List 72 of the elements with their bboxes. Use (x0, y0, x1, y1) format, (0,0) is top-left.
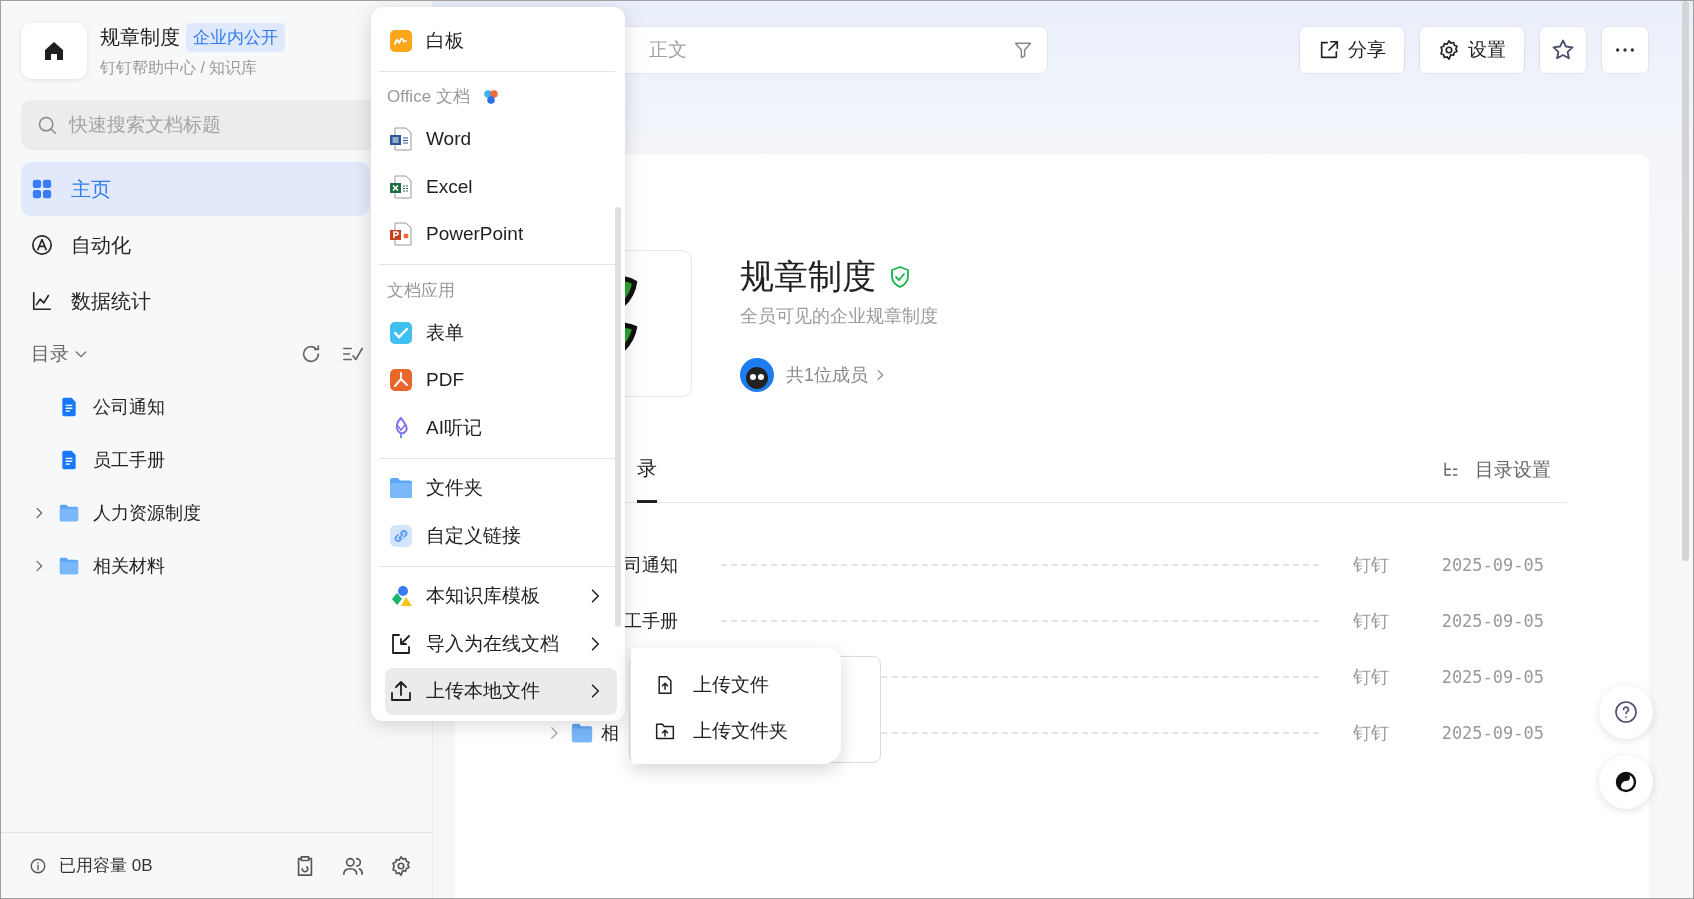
spreadsheet-document-icon (389, 174, 413, 199)
scrollbar-thumb[interactable] (615, 207, 621, 627)
folder-icon (59, 502, 79, 523)
menu-item[interactable]: 表单 (375, 309, 617, 357)
author-name: 钉钉 (1353, 666, 1390, 689)
menu-item[interactable]: 上传文件 (655, 662, 827, 708)
menu-item[interactable]: 上传本地文件 (385, 667, 617, 715)
menu-item[interactable]: 上传文件夹 (655, 708, 827, 754)
author-name: 钉钉 (1353, 722, 1390, 745)
menu-item[interactable]: Word (375, 115, 617, 163)
squiggle-icon (389, 28, 413, 53)
settings-icon[interactable] (390, 854, 412, 877)
space-title: 规章制度 (100, 24, 180, 50)
members-link[interactable]: 共1位成员 (786, 363, 888, 387)
storage-usage: 已用容量 0B (59, 855, 153, 877)
settings-icon (1438, 39, 1460, 61)
nav-item[interactable]: 自动化 (21, 218, 370, 272)
scrollbar-thumb[interactable] (1682, 1, 1689, 561)
avatar (740, 358, 774, 392)
share-button[interactable]: 分享 (1299, 26, 1405, 74)
visibility-badge: 企业内公开 (186, 22, 285, 52)
document-title[interactable]: 司通知 (624, 553, 678, 577)
shapes-icon (389, 584, 413, 609)
upload-icon (389, 679, 413, 704)
space-description: 全员可见的企业规章制度 (740, 305, 938, 328)
settings-button[interactable]: 设置 (1419, 26, 1525, 74)
favorite-button[interactable] (1539, 26, 1587, 74)
folder-icon (571, 722, 593, 744)
folder-icon (389, 476, 413, 501)
share-icon (1318, 39, 1340, 61)
author-name: 钉钉 (1353, 610, 1390, 633)
pdf-icon (389, 368, 413, 393)
home-button[interactable] (21, 22, 87, 79)
more-icon (1616, 48, 1634, 52)
circled-a-icon (31, 234, 53, 256)
tab[interactable]: 录 (637, 437, 657, 503)
swirl-circle-icon (1614, 770, 1638, 794)
directory-toggle[interactable]: 目录 (31, 341, 89, 367)
filter-icon (1013, 40, 1033, 60)
date-text: 2025-09-05 (1440, 555, 1544, 575)
file-upload-icon (655, 675, 675, 695)
help-icon (1614, 700, 1638, 724)
date-text: 2025-09-05 (1440, 723, 1544, 743)
menu-item[interactable]: PowerPoint (375, 210, 617, 258)
date-text: 2025-09-05 (1440, 611, 1544, 631)
space-title: 规章制度 (740, 256, 876, 297)
document-title[interactable]: 工手册 (624, 609, 678, 633)
section-header: Office 文档 (387, 86, 470, 108)
line-chart-icon (31, 290, 53, 312)
date-text: 2025-09-05 (1440, 667, 1544, 687)
nav-item[interactable]: 数据统计 (21, 274, 370, 328)
document-title[interactable]: 相 (601, 721, 619, 745)
document-icon (59, 396, 79, 417)
search-icon (37, 115, 57, 135)
directory-settings-button[interactable]: 目录设置 (1441, 456, 1551, 483)
link-icon (389, 523, 413, 548)
info-icon (29, 856, 47, 875)
grid-icon (31, 178, 53, 200)
refresh-icon[interactable] (300, 343, 322, 365)
star-icon (1551, 38, 1575, 62)
menu-item[interactable]: 导入为在线文档 (375, 620, 617, 668)
word-document-icon (389, 127, 413, 152)
folder-upload-icon (655, 721, 675, 741)
document-icon (59, 449, 79, 470)
menu-item[interactable]: Excel (375, 163, 617, 211)
import-icon (389, 631, 413, 656)
author-name: 钉钉 (1353, 554, 1390, 577)
folder-icon (59, 555, 79, 576)
presentation-document-icon (389, 222, 413, 247)
section-header: 文档应用 (387, 279, 455, 302)
menu-item[interactable]: 白板 (375, 17, 617, 65)
checklist-icon (389, 320, 413, 345)
